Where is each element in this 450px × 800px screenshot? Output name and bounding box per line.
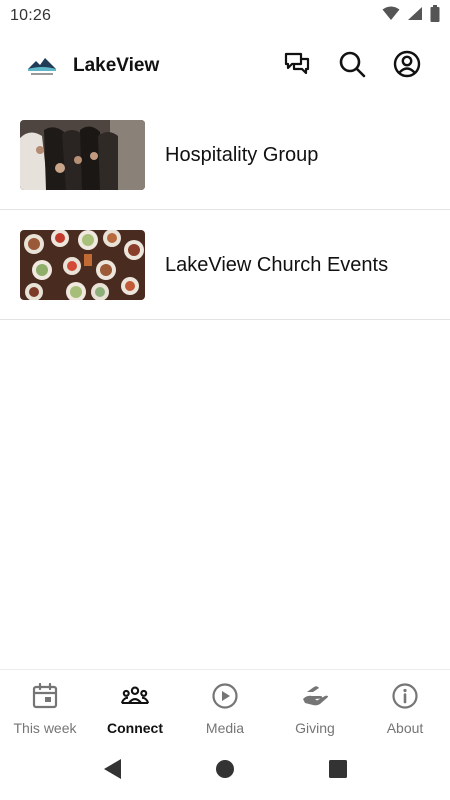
list-item-lakeview-church-events[interactable]: LakeView Church Events xyxy=(0,210,450,320)
group-list: Hospitality Group LakeView Church Events xyxy=(0,100,450,320)
nav-label: Media xyxy=(205,720,245,736)
account-button[interactable] xyxy=(391,50,423,82)
group-icon xyxy=(121,682,149,710)
list-item-label: Hospitality Group xyxy=(165,143,319,166)
app-title: LakeView xyxy=(73,55,160,76)
bottom-navigation: This week Connect Media Giving About xyxy=(0,669,450,741)
nav-label: About xyxy=(386,720,424,736)
home-circle-icon xyxy=(215,759,235,784)
back-triangle-icon xyxy=(102,758,122,785)
nav-label: Connect xyxy=(107,720,163,736)
app-bar: LakeView xyxy=(0,38,450,94)
recent-square-icon xyxy=(328,759,348,784)
search-icon xyxy=(338,50,366,83)
nav-label: This week xyxy=(13,720,77,736)
list-item-label: LakeView Church Events xyxy=(165,253,389,276)
play-circle-icon xyxy=(211,682,239,710)
status-icons xyxy=(382,5,440,27)
nav-item-media[interactable]: Media xyxy=(180,670,270,742)
nav-item-giving[interactable]: Giving xyxy=(270,670,360,742)
info-icon xyxy=(391,682,419,710)
back-button[interactable] xyxy=(101,758,123,785)
calendar-icon xyxy=(31,682,59,710)
lakeview-logo xyxy=(26,54,58,78)
wifi-icon xyxy=(382,6,400,26)
status-bar: 10:26 xyxy=(0,0,450,32)
hand-icon xyxy=(301,682,329,710)
account-icon xyxy=(393,50,421,83)
signal-icon xyxy=(407,6,423,26)
nav-label: Giving xyxy=(295,720,335,736)
nav-item-about[interactable]: About xyxy=(360,670,450,742)
chat-icon xyxy=(283,50,311,83)
hospitality-group-thumbnail xyxy=(20,120,145,190)
list-item-hospitality-group[interactable]: Hospitality Group xyxy=(0,100,450,210)
home-button[interactable] xyxy=(214,759,236,784)
battery-icon xyxy=(430,5,440,27)
search-button[interactable] xyxy=(336,50,368,82)
nav-item-this-week[interactable]: This week xyxy=(0,670,90,742)
recent-apps-button[interactable] xyxy=(327,759,349,784)
messages-button[interactable] xyxy=(281,50,313,82)
church-events-thumbnail xyxy=(20,230,145,300)
status-time: 10:26 xyxy=(10,7,52,24)
nav-item-connect[interactable]: Connect xyxy=(90,670,180,742)
system-navigation-bar xyxy=(0,741,450,800)
